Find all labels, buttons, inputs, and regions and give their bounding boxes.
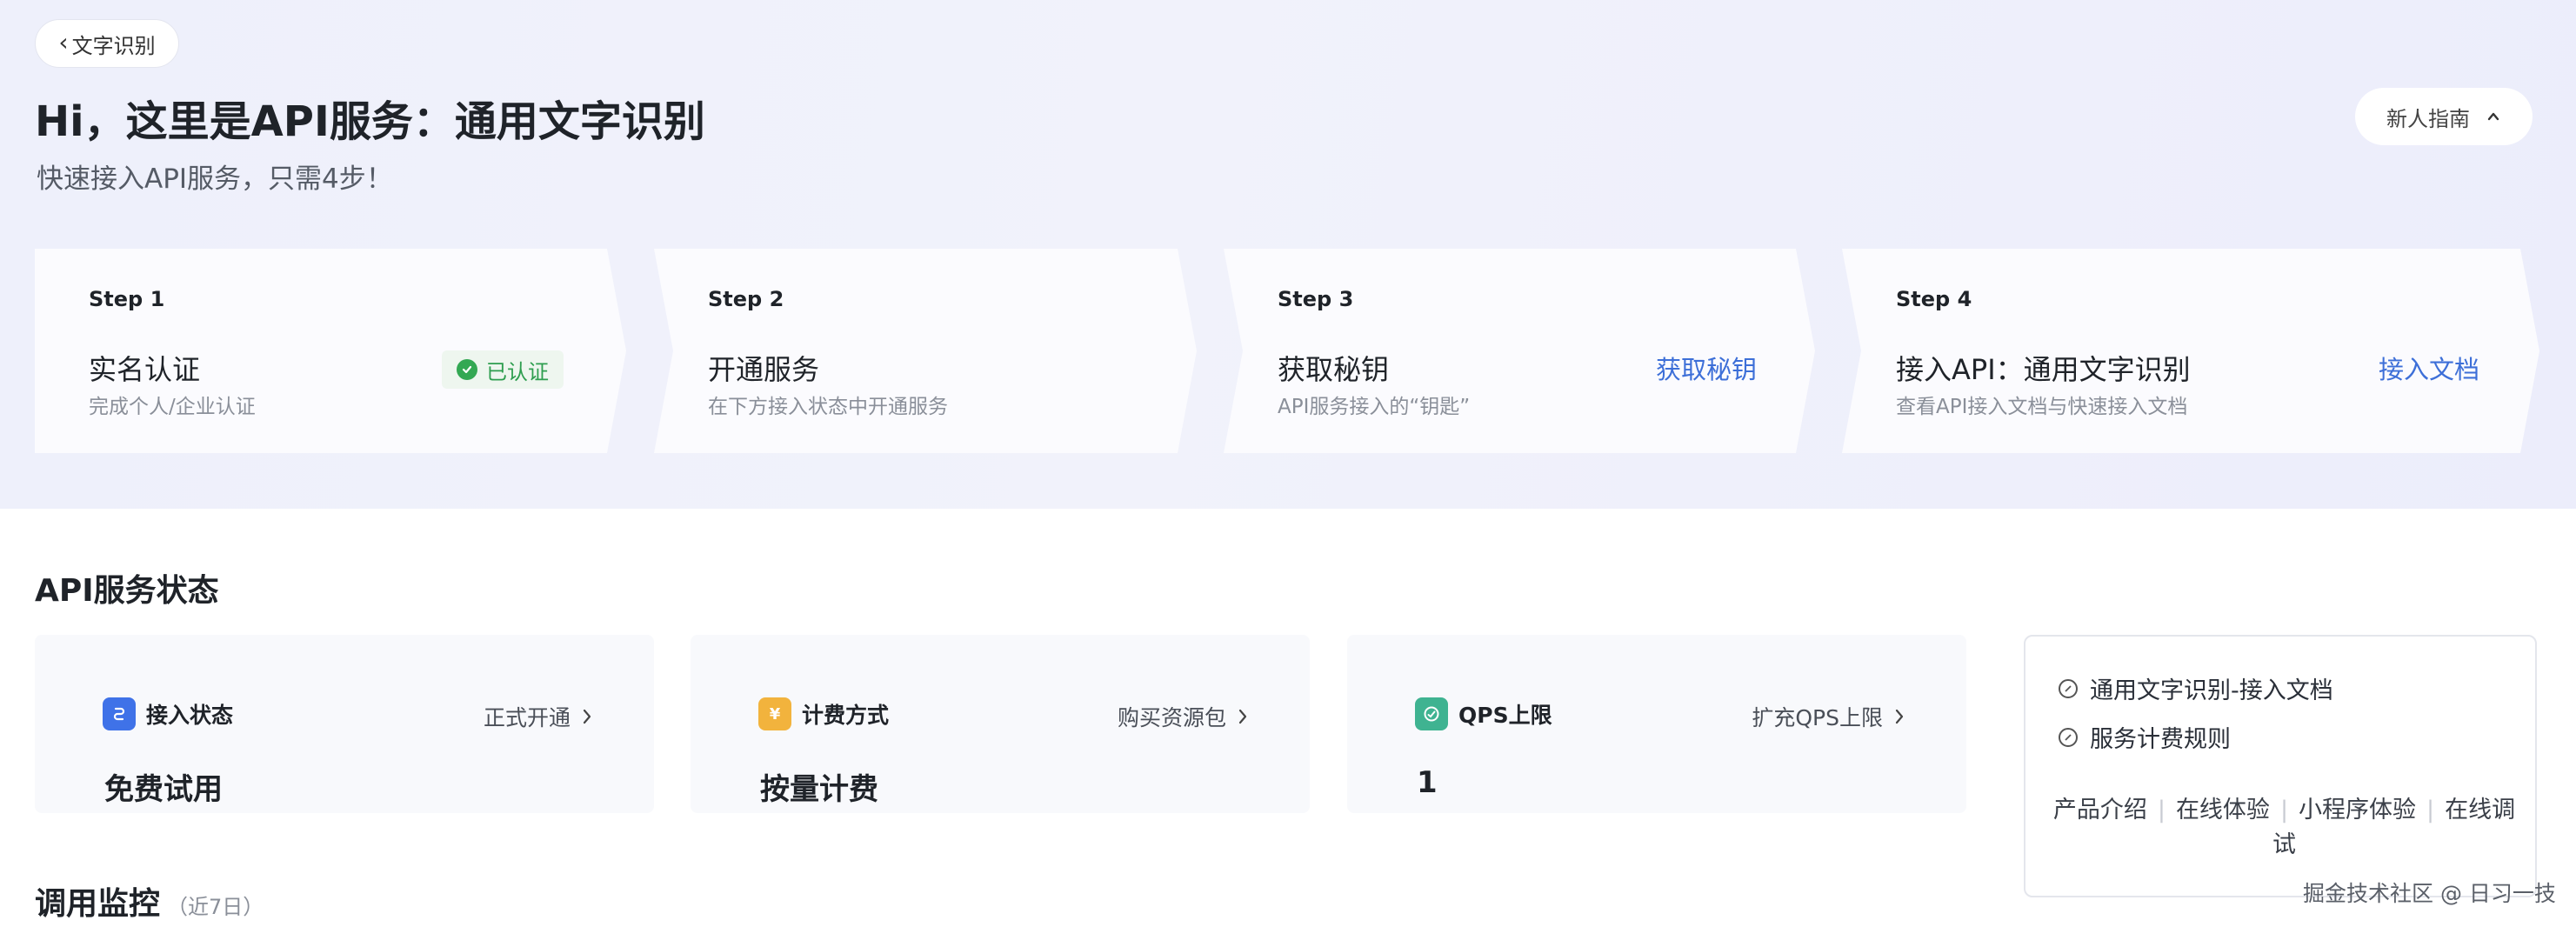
back-button[interactable]: ‹ 文字识别 xyxy=(35,19,179,68)
api-docs-link[interactable]: 接入文档 xyxy=(2379,350,2479,386)
newbie-guide-button[interactable]: 新人指南 xyxy=(2355,88,2533,145)
step-number: Step 4 xyxy=(1896,287,1972,311)
card-label: QPS上限 xyxy=(1458,703,1552,728)
nav-separator: | xyxy=(2426,797,2435,824)
billing-method-card: ¥ 计费方式 购买资源包 按量计费 xyxy=(691,635,1310,813)
page-title: Hi，这里是API服务：通用文字识别 xyxy=(35,97,705,146)
activate-formal-link[interactable]: 正式开通 xyxy=(484,701,593,732)
yen-icon: ¥ xyxy=(758,697,791,730)
card-action-label: 扩充QPS上限 xyxy=(1752,705,1883,730)
nav-mini-program-demo[interactable]: 小程序体验 xyxy=(2299,797,2416,824)
compass-icon xyxy=(2059,678,2078,698)
gauge-icon xyxy=(1415,697,1448,730)
card-value: 按量计费 xyxy=(760,772,878,807)
card-value: 1 xyxy=(1417,765,1438,800)
step-card-2: Step 2 开通服务 在下方接入状态中开通服务 xyxy=(654,249,1197,453)
guide-button-label: 新人指南 xyxy=(2386,106,2470,131)
chevron-left-icon: ‹ xyxy=(58,28,69,57)
check-circle-icon xyxy=(457,359,477,380)
step-number: Step 3 xyxy=(1278,287,1354,311)
nav-online-demo[interactable]: 在线体验 xyxy=(2176,797,2270,824)
get-secret-key-link[interactable]: 获取秘钥 xyxy=(1656,350,1757,386)
doc-nav-links: 产品介绍 | 在线体验 | 小程序体验 | 在线调试 xyxy=(2052,793,2517,863)
expand-qps-link[interactable]: 扩充QPS上限 xyxy=(1752,701,1905,732)
doc-link-label: 通用文字识别-接入文档 xyxy=(2090,677,2333,704)
card-label: 接入状态 xyxy=(146,703,234,728)
call-monitor-title: 调用监控 （近7日） xyxy=(35,878,264,924)
monitor-title-label: 调用监控 xyxy=(35,886,161,922)
step-card-1: Step 1 实名认证 完成个人/企业认证 已认证 xyxy=(35,249,626,453)
back-button-label: 文字识别 xyxy=(71,33,156,58)
step-card-4: Step 4 接入API：通用文字识别 查看API接入文档与快速接入文档 接入文… xyxy=(1842,249,2539,453)
doc-links-panel: 通用文字识别-接入文档 服务计费规则 产品介绍 | 在线体验 | 小程序体验 | 在线调试 xyxy=(2024,635,2537,897)
step-description: 查看API接入文档与快速接入文档 xyxy=(1896,396,2188,418)
api-status-title: API服务状态 xyxy=(35,573,219,609)
doc-link-label: 服务计费规则 xyxy=(2090,726,2231,753)
verified-badge: 已认证 xyxy=(442,350,564,389)
nav-product-intro[interactable]: 产品介绍 xyxy=(2053,797,2147,824)
compass-icon xyxy=(2059,727,2078,747)
step-name: 开通服务 xyxy=(708,353,820,386)
card-action-label: 购买资源包 xyxy=(1117,705,1226,730)
card-label: 计费方式 xyxy=(802,703,890,728)
billing-rules-link[interactable]: 服务计费规则 xyxy=(2059,720,2231,754)
nav-separator: | xyxy=(2157,797,2166,824)
step-name: 实名认证 xyxy=(89,353,201,386)
chevron-right-icon xyxy=(1238,709,1247,724)
qps-limit-card: QPS上限 扩充QPS上限 1 xyxy=(1347,635,1966,813)
step-description: 完成个人/企业认证 xyxy=(89,396,256,418)
monitor-range: （近7日） xyxy=(167,895,264,919)
api-doc-link[interactable]: 通用文字识别-接入文档 xyxy=(2059,671,2333,705)
chevron-right-icon xyxy=(1895,709,1904,724)
step-name: 接入API：通用文字识别 xyxy=(1896,353,2191,386)
link-icon xyxy=(103,697,136,730)
card-value: 免费试用 xyxy=(104,772,223,807)
watermark: 掘金技术社区 @ 日习一技 xyxy=(2303,881,2556,906)
chevron-right-icon xyxy=(583,709,591,724)
chevron-up-icon xyxy=(2487,112,2499,121)
card-action-label: 正式开通 xyxy=(483,705,571,730)
nav-separator: | xyxy=(2279,797,2289,824)
step-number: Step 2 xyxy=(708,287,784,311)
step-description: 在下方接入状态中开通服务 xyxy=(708,396,948,418)
step-number: Step 1 xyxy=(89,287,165,311)
verified-badge-label: 已认证 xyxy=(486,359,549,384)
step-name: 获取秘钥 xyxy=(1278,353,1390,386)
access-status-card: 接入状态 正式开通 免费试用 xyxy=(35,635,654,813)
step-card-3: Step 3 获取秘钥 API服务接入的“钥匙” 获取秘钥 xyxy=(1224,249,1815,453)
step-description: API服务接入的“钥匙” xyxy=(1278,396,1471,418)
buy-resource-pack-link[interactable]: 购买资源包 xyxy=(1118,701,1249,732)
page-subtitle: 快速接入API服务，只需4步！ xyxy=(37,163,393,195)
hero-banner: ‹ 文字识别 Hi，这里是API服务：通用文字识别 快速接入API服务，只需4步… xyxy=(0,0,2576,509)
